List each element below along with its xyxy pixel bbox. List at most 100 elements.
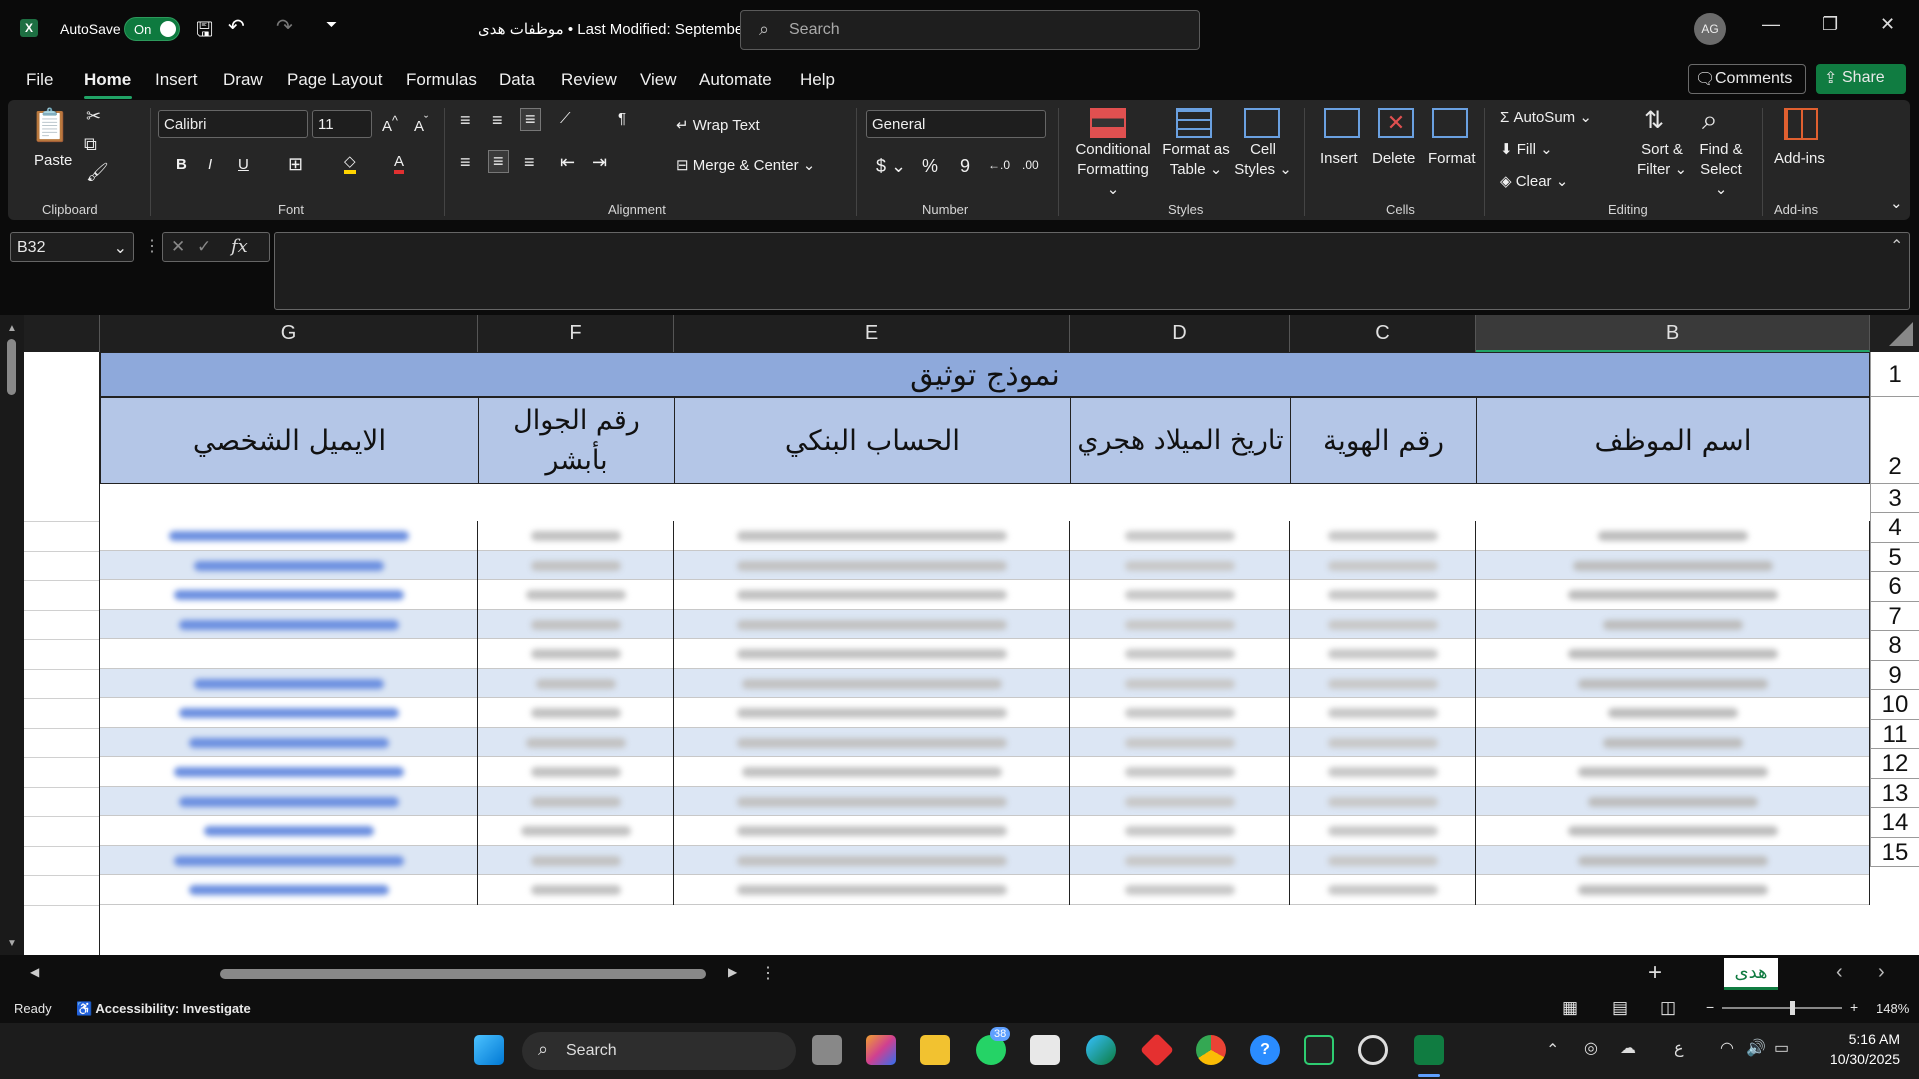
chrome-icon[interactable] <box>1196 1035 1226 1065</box>
row-header[interactable]: 7 <box>1870 602 1919 631</box>
currency-icon[interactable]: $ ⌄ <box>876 156 906 177</box>
customize-qat-icon[interactable]: ⏷ <box>326 16 337 33</box>
header-cell-email[interactable]: الايميل الشخصي <box>100 397 479 484</box>
paste-button[interactable]: Paste <box>34 152 72 169</box>
orientation-icon[interactable]: ⟋ <box>560 110 571 127</box>
clock-time[interactable]: 5:16 AM <box>1816 1031 1900 1047</box>
find-select-button[interactable]: Find & Select ⌄ <box>1692 120 1750 200</box>
onedrive-icon[interactable]: ☁ <box>1620 1038 1636 1058</box>
page-break-view-icon[interactable]: ◫ <box>1660 998 1676 1018</box>
copilot-icon[interactable] <box>866 1035 896 1065</box>
tab-automate[interactable]: Automate <box>699 70 772 90</box>
wrap-text-button[interactable]: ↵ Wrap Text <box>676 116 760 134</box>
file-explorer-icon[interactable] <box>920 1035 950 1065</box>
obs-icon[interactable] <box>1358 1035 1388 1065</box>
delete-cells-icon[interactable]: ✕ <box>1378 108 1414 138</box>
excel-taskbar-icon[interactable] <box>1414 1035 1444 1065</box>
align-middle-icon[interactable]: ≡ <box>492 110 503 131</box>
align-top-icon[interactable]: ≡ <box>460 110 471 131</box>
header-cell-id-number[interactable]: رقم الهوية <box>1290 397 1477 484</box>
help-icon[interactable]: ? <box>1250 1035 1280 1065</box>
insert-cells-button[interactable]: Insert <box>1320 150 1358 167</box>
text-direction-icon[interactable]: ¶ <box>618 110 626 127</box>
scroll-left-icon[interactable]: ◀ <box>30 965 39 979</box>
clock-date[interactable]: 10/30/2025 <box>1816 1051 1900 1067</box>
format-cells-button[interactable]: Format <box>1428 150 1476 167</box>
format-as-table-button[interactable]: Format as Table ⌄ <box>1160 120 1232 180</box>
percent-icon[interactable]: % <box>922 156 938 177</box>
autosave-toggle[interactable]: On <box>124 17 180 41</box>
conditional-formatting-button[interactable]: Conditional Formatting ⌄ <box>1074 120 1152 200</box>
column-header-b[interactable]: B <box>1476 315 1870 352</box>
fill-color-icon[interactable]: ◇ <box>344 154 356 174</box>
tray-app-icon[interactable]: ◎ <box>1584 1038 1598 1058</box>
column-header-g[interactable]: G <box>100 315 478 352</box>
column-header-c[interactable]: C <box>1290 315 1476 352</box>
delete-cells-button[interactable]: Delete <box>1372 150 1415 167</box>
minimize-icon[interactable]: — <box>1762 14 1780 35</box>
insert-cells-icon[interactable] <box>1324 108 1360 138</box>
undo-icon[interactable]: ↶ <box>228 14 245 39</box>
input-language[interactable]: ع <box>1674 1038 1684 1057</box>
tab-home[interactable]: Home <box>84 70 131 90</box>
more-icon[interactable]: ⋮ <box>144 236 160 256</box>
name-box[interactable]: B32 ⌄ <box>10 232 134 262</box>
decrease-decimal-icon[interactable]: .00 <box>1022 158 1039 172</box>
font-size-select[interactable]: 11 <box>312 110 372 138</box>
row-header[interactable]: 15 <box>1870 838 1919 867</box>
start-icon[interactable] <box>474 1035 504 1065</box>
tab-insert[interactable]: Insert <box>155 70 198 90</box>
taskbar-search[interactable]: ⌕ Search <box>522 1032 796 1070</box>
underline-icon[interactable]: U <box>238 156 249 173</box>
tab-formulas[interactable]: Formulas <box>406 70 477 90</box>
clion-icon[interactable] <box>1304 1035 1334 1065</box>
clear-button[interactable]: ◈ Clear ⌄ <box>1500 172 1568 190</box>
paste-icon[interactable]: 📋 <box>30 106 70 146</box>
tab-help[interactable]: Help <box>800 70 835 90</box>
header-cell-bank-account[interactable]: الحساب البنكي <box>674 397 1071 484</box>
normal-view-icon[interactable]: ▦ <box>1562 998 1578 1018</box>
collapse-formula-icon[interactable]: ⌃ <box>1890 236 1903 256</box>
zoom-slider-thumb[interactable] <box>1790 1001 1795 1015</box>
sheet-title-cell[interactable]: نموذج توثيق <box>100 352 1870 397</box>
increase-decimal-icon[interactable]: ←.0 <box>988 158 1010 172</box>
zoom-slider[interactable] <box>1722 1007 1842 1009</box>
row-header[interactable]: 2 <box>1870 397 1919 484</box>
scroll-right-icon[interactable]: ▶ <box>728 965 737 979</box>
zoom-out-icon[interactable]: − <box>1706 999 1714 1015</box>
format-painter-icon[interactable]: 🖌 <box>86 162 109 183</box>
page-layout-view-icon[interactable]: ▤ <box>1612 998 1628 1018</box>
battery-icon[interactable]: ▭ <box>1774 1038 1789 1058</box>
tab-page-layout[interactable]: Page Layout <box>287 70 382 90</box>
header-cell-employee-name[interactable]: اسم الموظف <box>1476 397 1870 484</box>
comments-button[interactable]: 🗨 Comments <box>1688 64 1806 94</box>
zoom-level[interactable]: 148% <box>1876 1001 1909 1016</box>
zoom-in-icon[interactable]: + <box>1850 999 1858 1015</box>
volume-icon[interactable]: 🔊 <box>1746 1038 1766 1058</box>
wifi-icon[interactable]: ◠ <box>1720 1038 1734 1058</box>
autosum-button[interactable]: Σ AutoSum ⌄ <box>1500 108 1592 126</box>
task-view-icon[interactable] <box>812 1035 842 1065</box>
row-header[interactable]: 8 <box>1870 631 1919 661</box>
format-cells-icon[interactable] <box>1432 108 1468 138</box>
redo-icon[interactable]: ↷ <box>276 14 293 39</box>
scroll-down-icon[interactable]: ▼ <box>7 938 17 949</box>
decrease-font-icon[interactable]: Aˇ <box>414 114 428 135</box>
select-all-corner[interactable] <box>1870 315 1919 352</box>
vertical-scroll-thumb[interactable] <box>7 339 16 395</box>
cancel-icon[interactable]: ✕ <box>171 237 185 257</box>
row-header[interactable]: 14 <box>1870 808 1919 838</box>
align-center-icon[interactable]: ≡ <box>488 150 509 173</box>
row-header[interactable]: 12 <box>1870 749 1919 779</box>
tab-view[interactable]: View <box>640 70 677 90</box>
font-name-select[interactable]: Calibri <box>158 110 308 138</box>
row-header[interactable]: 11 <box>1870 720 1919 749</box>
worksheet-grid[interactable]: G F E D C B ▲ ▼ نموذج توثيق الايميل الشخ… <box>0 315 1919 955</box>
store-icon[interactable] <box>1030 1035 1060 1065</box>
copy-icon[interactable]: ⧉ <box>84 134 97 155</box>
prev-sheet-icon[interactable]: ‹ <box>1836 961 1843 984</box>
row-header[interactable]: 3 <box>1870 484 1919 513</box>
add-ins-button[interactable]: Add-ins <box>1774 150 1825 167</box>
tab-draw[interactable]: Draw <box>223 70 263 90</box>
next-sheet-icon[interactable]: › <box>1878 961 1885 984</box>
